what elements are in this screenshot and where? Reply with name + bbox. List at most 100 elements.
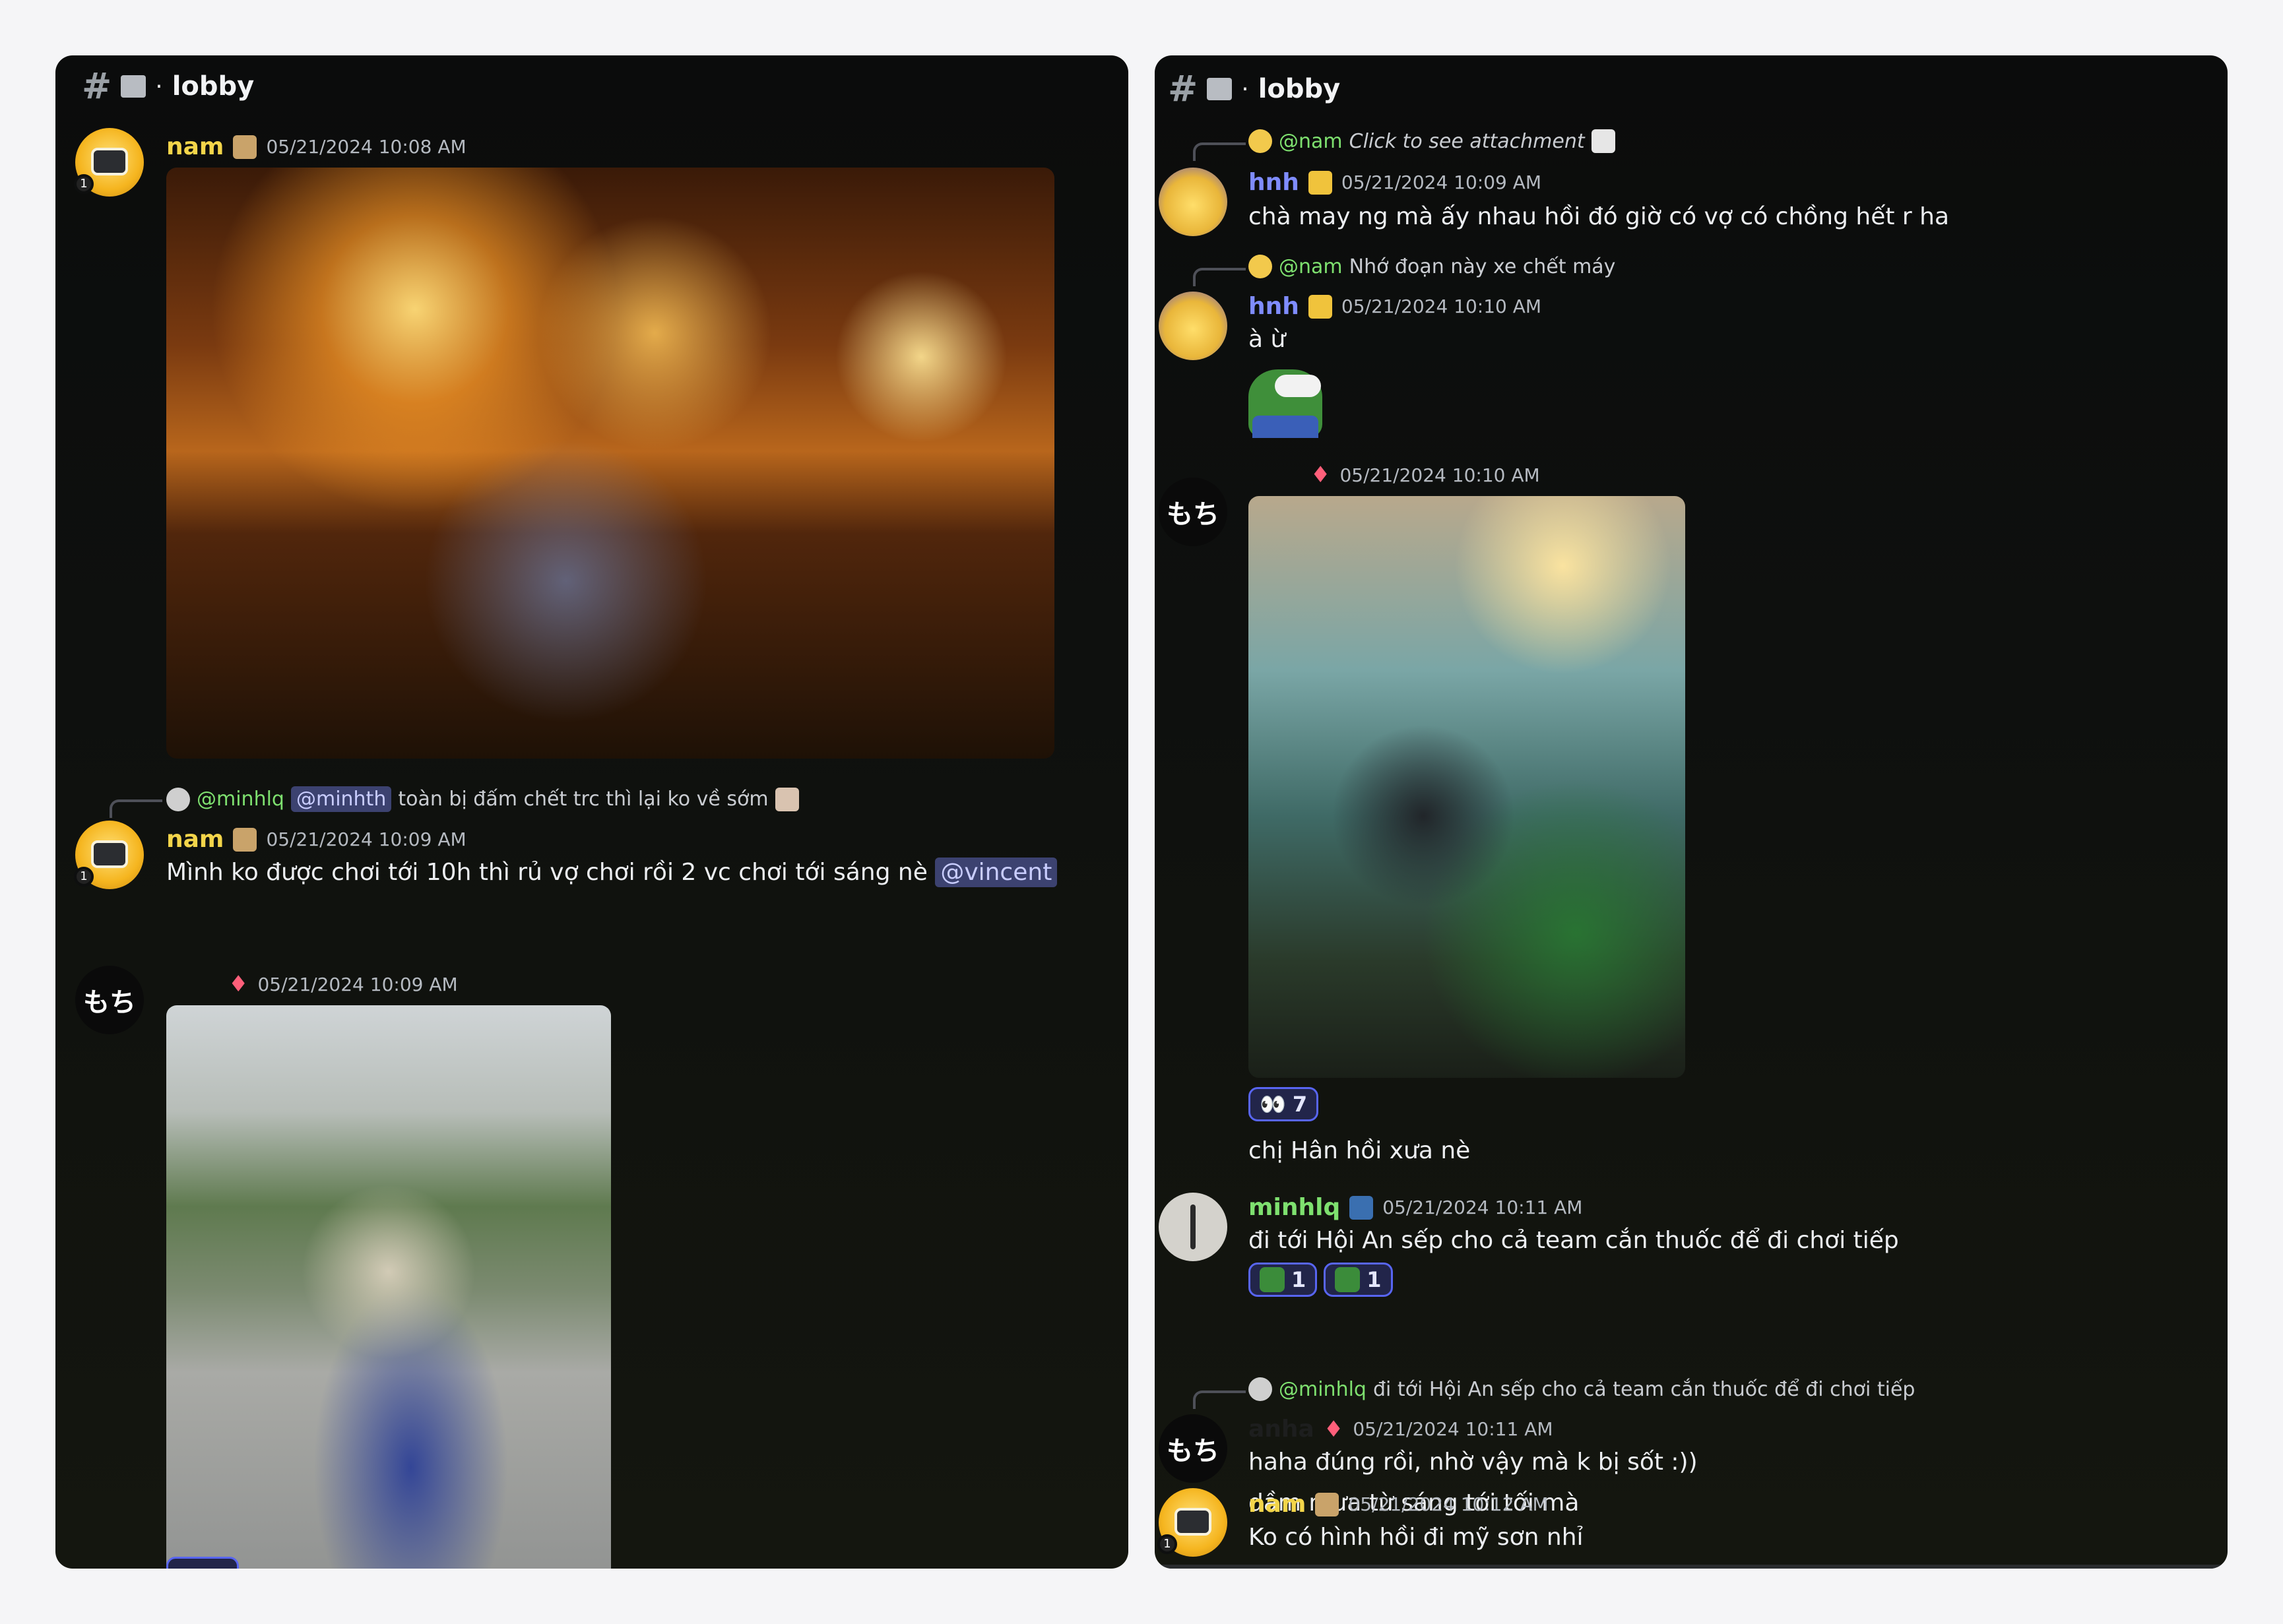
role-emoji-icon bbox=[1308, 170, 1332, 195]
reply-avatar-icon bbox=[1248, 1377, 1272, 1401]
timestamp: 05/21/2024 10:09 AM bbox=[1341, 172, 1542, 193]
avatar[interactable]: もち bbox=[1159, 478, 1227, 546]
timestamp: 05/21/2024 10:11 AM bbox=[1353, 1418, 1553, 1440]
author-name[interactable]: minhlq bbox=[1248, 1194, 1340, 1221]
image-attachment-icon bbox=[1591, 129, 1615, 153]
header-separator: · bbox=[155, 73, 163, 100]
reaction-chip[interactable]: 1 bbox=[1248, 1263, 1318, 1297]
header-separator: · bbox=[1241, 75, 1249, 103]
message-header: hnh 05/21/2024 10:09 AM bbox=[1248, 169, 1541, 196]
chat-panel-right: # · lobby @nam Click to see attachment h… bbox=[1155, 55, 2228, 1569]
timestamp: 05/21/2024 10:11 AM bbox=[1382, 1197, 1583, 1218]
reply-preview[interactable]: @minhlq @minhth toàn bị đấm chết trc thì… bbox=[166, 786, 799, 812]
author-name[interactable]: hnh bbox=[1248, 293, 1299, 320]
reply-author[interactable]: @nam bbox=[1279, 255, 1343, 278]
reply-connector bbox=[1193, 268, 1246, 286]
avatar[interactable] bbox=[1159, 168, 1227, 236]
timestamp: 05/21/2024 10:09 AM bbox=[257, 973, 458, 995]
message-header: hnh 05/21/2024 10:10 AM bbox=[1248, 293, 1541, 320]
avatar-badge-icon: 1 bbox=[74, 174, 94, 194]
avatar[interactable]: もち bbox=[75, 966, 144, 1034]
user-mention[interactable]: @vincent bbox=[935, 858, 1058, 887]
gem-role-icon: ♦ bbox=[1323, 1416, 1344, 1443]
author-name[interactable]: nam bbox=[1248, 1491, 1306, 1518]
channel-hash-icon: # bbox=[82, 65, 112, 107]
message-header: nam 05/21/2024 10:09 AM bbox=[166, 826, 466, 853]
author-name[interactable]: hnh bbox=[1248, 169, 1299, 196]
author-name-hidden[interactable]: anha bbox=[1248, 1416, 1314, 1443]
reply-avatar-icon bbox=[1248, 129, 1272, 153]
reply-text: đi tới Hội An sếp cho cả team cắn thuốc … bbox=[1372, 1377, 1915, 1401]
reaction-chip[interactable]: 1 bbox=[1324, 1263, 1393, 1297]
avatar[interactable] bbox=[1159, 292, 1227, 360]
pepe-sticker-icon[interactable] bbox=[1248, 369, 1322, 438]
author-name[interactable]: nam bbox=[166, 826, 224, 853]
role-emoji-icon bbox=[1349, 1195, 1374, 1220]
eyes-emoji-icon: 👀 bbox=[1260, 1092, 1286, 1117]
reply-text[interactable]: Click to see attachment bbox=[1349, 130, 1585, 153]
role-emoji-icon bbox=[1315, 1492, 1339, 1516]
message-text: chị Hân hồi xưa nè bbox=[1248, 1137, 1471, 1164]
avatar-face-icon bbox=[91, 148, 128, 175]
message-text: haha đúng rồi, nhờ vậy mà k bị sốt :)) bbox=[1248, 1449, 1698, 1476]
reply-avatar-icon bbox=[1248, 255, 1272, 278]
reaction-eyes[interactable]: 👀 7 bbox=[1248, 1087, 1319, 1121]
message-header: nam 05/21/2024 10:08 AM bbox=[166, 133, 466, 160]
avatar[interactable]: 1 bbox=[1157, 1488, 1227, 1557]
channel-header: # · lobby bbox=[82, 69, 254, 104]
chat-panel-left: # · lobby 1 nam 05/21/2024 10:08 AM @min… bbox=[55, 55, 1128, 1569]
reply-author[interactable]: @nam bbox=[1279, 130, 1343, 153]
reply-preview[interactable]: @minhlq đi tới Hội An sếp cho cả team cắ… bbox=[1248, 1377, 1915, 1401]
reaction-count: 1 bbox=[1291, 1267, 1306, 1292]
message-header: ♦ 05/21/2024 10:09 AM bbox=[166, 971, 458, 997]
attachment-image-hoian-night[interactable] bbox=[166, 168, 1054, 759]
message-text: đi tới Hội An sếp cho cả team cắn thuốc … bbox=[1248, 1227, 1899, 1254]
gem-role-icon: ♦ bbox=[228, 971, 249, 997]
reaction-bar: 1 1 bbox=[1248, 1263, 1393, 1297]
timestamp: 05/21/2024 10:08 AM bbox=[266, 136, 466, 158]
avatar[interactable]: もち bbox=[1159, 1414, 1227, 1483]
reply-preview[interactable]: @nam Nhớ đoạn này xe chết máy bbox=[1248, 255, 1615, 278]
reply-preview[interactable]: @nam Click to see attachment bbox=[1248, 129, 1615, 153]
reply-text: Nhớ đoạn này xe chết máy bbox=[1349, 255, 1616, 278]
gem-role-icon: ♦ bbox=[1310, 462, 1331, 488]
role-emoji-icon bbox=[1308, 294, 1332, 319]
reply-author[interactable]: @minhlq bbox=[197, 788, 284, 811]
reply-mention[interactable]: @minhth bbox=[290, 786, 392, 812]
reaction-chip-partial[interactable] bbox=[166, 1557, 239, 1569]
timestamp: 05/21/2024 10:10 AM bbox=[1339, 464, 1540, 486]
avatar[interactable]: 1 bbox=[74, 128, 144, 197]
timestamp: 05/21/2024 10:12 AM bbox=[1348, 1493, 1549, 1515]
avatar-face-icon bbox=[1174, 1508, 1211, 1536]
channel-header: # · lobby bbox=[1168, 71, 1340, 107]
channel-hash-icon: # bbox=[1168, 68, 1198, 109]
channel-title[interactable]: lobby bbox=[1258, 74, 1341, 104]
pepe-reaction-icon bbox=[1260, 1267, 1285, 1292]
message-text: Mình ko được chơi tới 10h thì rủ vợ chơi… bbox=[166, 858, 1058, 887]
message-body: Mình ko được chơi tới 10h thì rủ vợ chơi… bbox=[166, 859, 928, 886]
role-emoji-icon bbox=[233, 135, 257, 159]
reply-text: toàn bị đấm chết trc thì lại ko về sớm bbox=[398, 788, 769, 811]
author-name[interactable]: nam bbox=[166, 133, 224, 160]
message-text: chà may ng mà ấy nhau hồi đó giờ có vợ c… bbox=[1248, 203, 1950, 230]
scrollbar[interactable] bbox=[1155, 1565, 2228, 1569]
reply-author[interactable]: @minhlq bbox=[1279, 1378, 1367, 1401]
avatar-face-icon bbox=[91, 840, 128, 868]
attachment-image-motorbike[interactable] bbox=[166, 1005, 611, 1569]
timestamp: 05/21/2024 10:09 AM bbox=[266, 828, 466, 850]
message-header: minhlq 05/21/2024 10:11 AM bbox=[1248, 1194, 1582, 1221]
folder-icon bbox=[1207, 78, 1233, 100]
avatar[interactable] bbox=[1159, 1193, 1227, 1261]
reply-emoji-icon bbox=[775, 787, 799, 811]
message-header: anha ♦ 05/21/2024 10:11 AM bbox=[1248, 1416, 1553, 1443]
channel-title[interactable]: lobby bbox=[172, 71, 255, 102]
avatar-badge-icon: 1 bbox=[74, 867, 94, 887]
message-text: à ừ bbox=[1248, 326, 1286, 353]
folder-icon bbox=[121, 75, 146, 98]
avatar[interactable]: 1 bbox=[74, 821, 144, 889]
reply-avatar-icon bbox=[166, 787, 190, 811]
reply-connector bbox=[110, 799, 162, 818]
attachment-image-shop[interactable] bbox=[1248, 496, 1685, 1078]
avatar-badge-icon: 1 bbox=[1157, 1534, 1177, 1554]
role-emoji-icon bbox=[233, 827, 257, 852]
